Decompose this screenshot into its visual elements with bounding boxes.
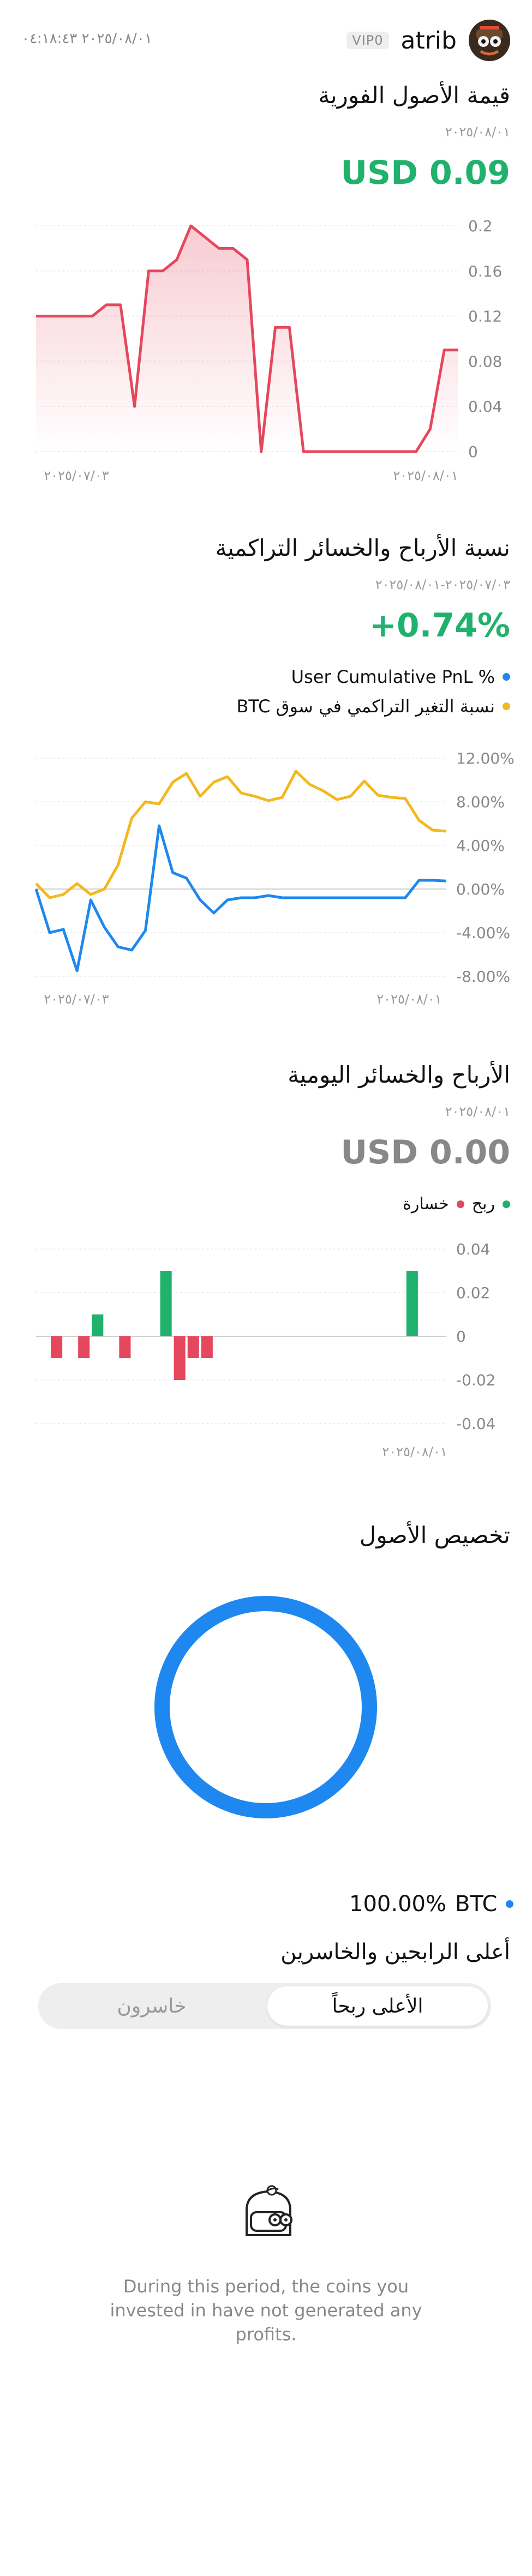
allocation-dot [506,1900,514,1908]
y-tick-label: 0.04 [468,398,502,416]
legend-dot [503,673,510,681]
legend-label-loss: خسارة [403,1194,449,1214]
y-tick-label: -0.02 [456,1371,495,1389]
spot-value-date: ٢٠٢٥/٠٨/٠١ [445,124,510,140]
y-tick-label: -4.00% [456,924,510,942]
tab-losers[interactable]: خاسرون [41,1986,262,2026]
legend-dot [503,702,510,710]
loss-bar [51,1336,63,1358]
x-tick-label: ٢٠٢٥/٠٨/٠١ [376,992,441,1007]
x-tick-label: ٢٠٢٥/٠٨/٠١ [382,1444,447,1460]
x-tick-label: ٢٠٢٥/٠٨/٠١ [393,468,458,483]
cumulative-pnl-chart: 12.00% 8.00% 4.00% 0.00% -4.00% -8.00% ٢٠٢٥/٠٧… [34,749,515,1007]
daily-pnl-date: ٢٠٢٥/٠٨/٠١ [445,1104,510,1119]
daily-pnl-legend: ربح خسارة [403,1194,510,1214]
y-tick-label: 0.02 [456,1284,490,1302]
spot-value-title: قيمة الأصول الفورية [318,82,510,109]
y-tick-label: 0 [468,443,478,461]
legend-dot-profit [503,1200,510,1208]
y-tick-label: 0 [456,1328,466,1346]
profit-bar [92,1314,104,1336]
top-movers-title: أعلى الرابحين والخاسرين [280,1939,510,1965]
avatar-image [469,20,510,61]
loss-bar [174,1336,186,1380]
loss-bar [201,1336,213,1358]
legend-user-pnl: User Cumulative PnL % [291,666,510,687]
x-tick-label: ٢٠٢٥/٠٧/٠٣ [44,468,109,483]
y-tick-label: 0.04 [456,1240,490,1258]
spot-value-amount: USD 0.09 [340,154,510,192]
loss-bar [119,1336,131,1358]
y-tick-label: -0.04 [456,1415,495,1433]
vip-badge: VIP0 [346,32,389,49]
allocation-donut [154,1596,377,1818]
legend-dot-loss [456,1200,464,1208]
daily-pnl-title: الأرباح والخسائر اليومية [288,1061,510,1088]
x-tick-label: ٢٠٢٥/٠٧/٠٣ [44,992,109,1007]
y-tick-label: 0.08 [468,352,502,370]
astronaut-empty-icon [246,2185,292,2236]
y-tick-label: 0.2 [468,217,493,235]
avatar[interactable] [469,20,510,61]
allocation-asset: BTC [455,1892,498,1917]
cumulative-pnl-date-range: ٢٠٢٥/٠٧/٠٣-٢٠٢٥/٠٨/٠١ [375,577,510,592]
legend-btc-change: نسبة التغير التراكمي في سوق BTC [236,696,510,717]
y-tick-label: 0.12 [468,308,502,326]
y-tick-label: 0.16 [468,262,502,280]
cumulative-pnl-title: نسبة الأرباح والخسائر التراكمية [215,535,510,561]
allocation-title: تخصيص الأصول [359,1522,510,1548]
profit-bar [406,1271,418,1336]
user-header: VIP0 atrib [346,19,510,62]
series-line [34,824,447,972]
empty-state-message: During this period, the coins you invest… [110,2276,422,2345]
top-movers-tabs: الأعلى ربحاً خاسرون [38,1983,491,2029]
username: atrib [401,26,457,55]
daily-pnl-value: USD 0.00 [340,1133,510,1172]
y-tick-label: 0.00% [456,880,505,898]
y-tick-label: 4.00% [456,837,505,855]
spot-value-chart: 0.2 0.16 0.12 0.08 0.04 0 ٢٠٢٥/٠٧/٠٣ ٢٠٢٥/٠٨/٠١ [36,217,502,483]
legend-label: User Cumulative PnL % [291,666,495,687]
allocation-legend-item: 100.00% BTC [349,1892,514,1917]
allocation-percent: 100.00% [349,1892,446,1917]
legend-label-profit: ربح [471,1194,495,1214]
legend-label: نسبة التغير التراكمي في سوق BTC [236,696,495,717]
series-line [35,770,447,899]
report-datetime: ٢٠٢٥/٠٨/٠١ ٠٤:١٨:٤٣ [22,31,152,47]
loss-bar [78,1336,90,1358]
y-tick-label: 12.00% [456,749,515,767]
loss-bar [187,1336,199,1358]
tab-top-gainers[interactable]: الأعلى ربحاً [267,1986,488,2026]
cumulative-pnl-value: +0.74% [369,607,510,645]
y-tick-label: 8.00% [456,793,505,811]
y-tick-label: -8.00% [456,968,510,986]
profit-bar [160,1271,172,1336]
donut-slice-btc [154,1596,377,1818]
daily-pnl-chart: 0.04 0.02 0 -0.02 -0.04 ٢٠٢٥/٠٨/٠١ [36,1240,495,1460]
